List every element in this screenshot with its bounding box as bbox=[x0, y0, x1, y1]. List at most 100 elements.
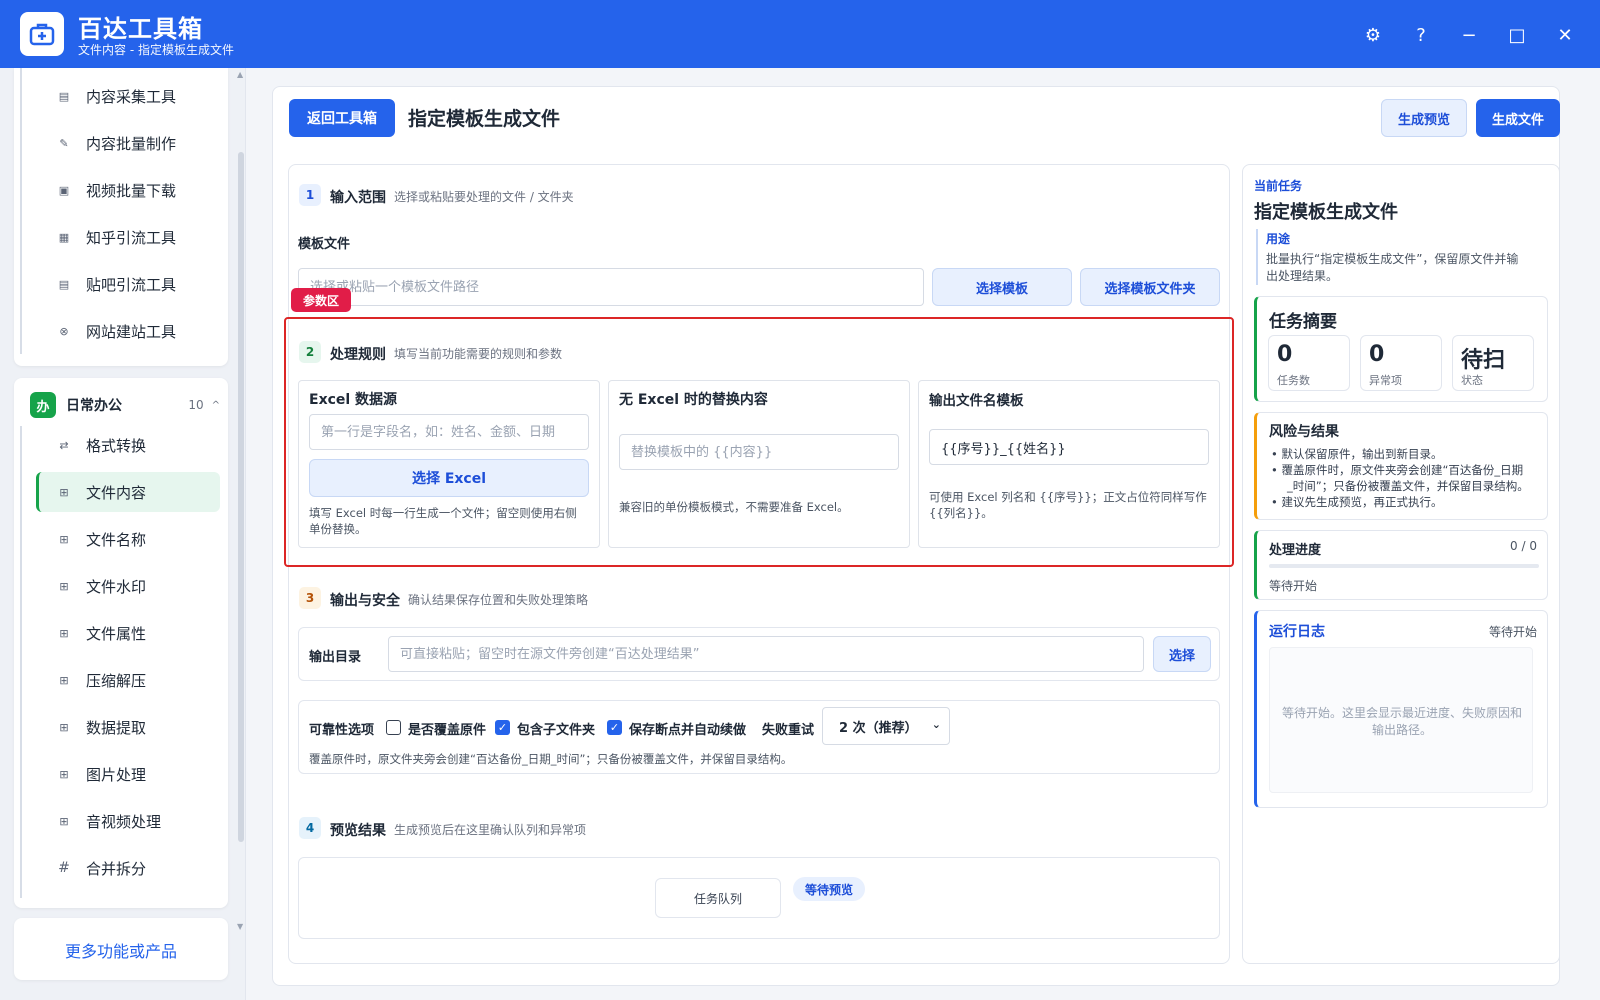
sidebar-item-label: 合并拆分 bbox=[86, 859, 147, 878]
section4-desc: 生成预览后在这里确认队列和异常项 bbox=[394, 823, 587, 837]
grid-icon: ⊞ bbox=[59, 814, 69, 828]
back-button[interactable]: 返回工具箱 bbox=[289, 99, 395, 137]
sidebar-item-merge-split[interactable]: # 合并拆分 bbox=[36, 848, 220, 888]
progress-bar bbox=[1269, 564, 1539, 568]
sidebar-item-batch-make[interactable]: ✎ 内容批量制作 bbox=[36, 123, 220, 163]
minimize-icon[interactable]: − bbox=[1454, 20, 1484, 50]
stat-value: 0 bbox=[1277, 342, 1293, 367]
sidebar-item-label: 格式转换 bbox=[86, 436, 147, 455]
title-bar: 百达工具箱 文件内容 - 指定模板生成文件 ⚙ ? − □ ✕ bbox=[0, 0, 1600, 68]
task-queue-tab[interactable]: 任务队列 bbox=[655, 878, 781, 918]
site-icon: ⊗ bbox=[59, 324, 69, 338]
output-dir-input[interactable] bbox=[388, 636, 1144, 672]
more-products-button[interactable]: 更多功能或产品 bbox=[14, 930, 228, 970]
template-path-input[interactable] bbox=[298, 268, 924, 306]
grid-icon: ⊞ bbox=[59, 532, 69, 546]
chevron-up-icon[interactable]: ^ bbox=[212, 400, 220, 411]
stat-label: 任务数 bbox=[1277, 374, 1310, 387]
close-icon[interactable]: ✕ bbox=[1550, 20, 1580, 50]
reliability-row: 可靠性选项 是否覆盖原件 ✓ 包含子文件夹 ✓ 保存断点并自动续做 失败重试 2… bbox=[298, 700, 1220, 774]
sidebar-item-label: 网站建站工具 bbox=[86, 322, 177, 341]
usage-accent bbox=[1256, 229, 1258, 285]
stat-error-count: 0 异常项 bbox=[1360, 335, 1442, 391]
grid-icon: ⊞ bbox=[59, 767, 69, 781]
sidebar-item-compress[interactable]: ⊞ 压缩解压 bbox=[36, 660, 220, 700]
resume-checkbox[interactable]: ✓ bbox=[607, 720, 622, 735]
risk-item-text: 默认保留原件，输出到新目录。 bbox=[1281, 447, 1443, 461]
param-area-tag: 参数区 bbox=[291, 288, 351, 312]
risk-title: 风险与结果 bbox=[1269, 424, 1339, 440]
stat-task-count: 0 任务数 bbox=[1268, 335, 1350, 391]
progress-card: 处理进度 0 / 0 等待开始 bbox=[1254, 530, 1548, 600]
sidebar-item-file-content[interactable]: ⊞ 文件内容 bbox=[36, 472, 220, 512]
generate-button[interactable]: 生成文件 bbox=[1476, 99, 1560, 137]
no-excel-card: 无 Excel 时的替换内容 兼容旧的单份模板模式，不需要准备 Excel。 bbox=[608, 380, 910, 548]
scroll-up-icon[interactable]: ▲ bbox=[237, 70, 243, 79]
section1-desc: 选择或粘贴要处理的文件 / 文件夹 bbox=[394, 190, 574, 204]
excel-source-input[interactable] bbox=[309, 414, 589, 450]
section2-number: 2 bbox=[299, 341, 321, 363]
settings-icon[interactable]: ⚙ bbox=[1358, 20, 1388, 50]
progress-status: 等待开始 bbox=[1269, 579, 1318, 593]
maximize-icon[interactable]: □ bbox=[1502, 20, 1532, 50]
hash-icon: # bbox=[58, 860, 70, 876]
filename-template-input[interactable] bbox=[929, 429, 1209, 465]
sidebar-group-header[interactable]: 办 日常办公 10 ^ bbox=[30, 390, 220, 420]
no-excel-title: 无 Excel 时的替换内容 bbox=[619, 392, 768, 408]
excel-hint-line1: 填写 Excel 时每一行生成一个文件；留空则使用右侧 bbox=[309, 506, 577, 520]
log-status: 等待开始 bbox=[1488, 625, 1537, 639]
sidebar-item-tieba[interactable]: ▤ 贴吧引流工具 bbox=[36, 264, 220, 304]
grid-icon: ⊞ bbox=[59, 673, 69, 687]
help-icon[interactable]: ? bbox=[1406, 20, 1436, 50]
scroll-down-icon[interactable]: ▼ bbox=[237, 922, 243, 931]
retry-select-value: 2 次（推荐） bbox=[839, 720, 918, 736]
risk-item-continuation: _时间”；只备份被覆盖文件，并保留目录结构。 bbox=[1287, 479, 1529, 493]
filename-hint-line2: {{列名}}。 bbox=[929, 506, 993, 520]
grid-icon: ⊞ bbox=[59, 626, 69, 640]
filename-template-title: 输出文件名模板 bbox=[929, 393, 1024, 409]
group-label: 日常办公 bbox=[66, 398, 122, 414]
select-template-button[interactable]: 选择模板 bbox=[932, 268, 1072, 306]
sidebar-item-watermark[interactable]: ⊞ 文件水印 bbox=[36, 566, 220, 606]
sidebar-item-file-name[interactable]: ⊞ 文件名称 bbox=[36, 519, 220, 559]
overwrite-checkbox[interactable] bbox=[386, 720, 401, 735]
grid-icon: ⊞ bbox=[59, 485, 69, 499]
log-output[interactable]: 等待开始。这里会显示最近进度、失败原因和 输出路径。 bbox=[1269, 647, 1533, 793]
reliability-label: 可靠性选项 bbox=[309, 723, 375, 738]
sidebar-item-format-convert[interactable]: ⇄ 格式转换 bbox=[36, 425, 220, 465]
sidebar-item-site-builder[interactable]: ⊗ 网站建站工具 bbox=[36, 311, 220, 351]
sidebar-item-content-collect[interactable]: ▤ 内容采集工具 bbox=[36, 76, 220, 116]
resume-label: 保存断点并自动续做 bbox=[629, 723, 747, 738]
pen-icon: ✎ bbox=[59, 136, 69, 150]
stat-label: 异常项 bbox=[1369, 374, 1402, 387]
office-group-icon: 办 bbox=[30, 392, 56, 418]
select-excel-button[interactable]: 选择 Excel bbox=[309, 459, 589, 497]
include-subfolders-checkbox[interactable]: ✓ bbox=[495, 720, 510, 735]
sidebar-item-label: 文件名称 bbox=[86, 530, 147, 549]
excel-source-card: Excel 数据源 选择 Excel 填写 Excel 时每一行生成一个文件；留… bbox=[298, 380, 600, 548]
select-output-button[interactable]: 选择 bbox=[1153, 636, 1211, 672]
sidebar-scrollbar[interactable] bbox=[238, 152, 244, 842]
stat-value: 待扫 bbox=[1461, 348, 1506, 373]
sidebar-item-video-download[interactable]: ▣ 视频批量下载 bbox=[36, 170, 220, 210]
overwrite-label: 是否覆盖原件 bbox=[408, 723, 487, 738]
section3-desc: 确认结果保存位置和失败处理策略 bbox=[408, 593, 589, 607]
select-template-folder-button[interactable]: 选择模板文件夹 bbox=[1080, 268, 1220, 306]
sidebar-item-label: 视频批量下载 bbox=[86, 181, 177, 200]
summary-title: 任务摘要 bbox=[1269, 312, 1337, 332]
sidebar-item-data-extract[interactable]: ⊞ 数据提取 bbox=[36, 707, 220, 747]
retry-select[interactable]: 2 次（推荐） ⌄ bbox=[822, 707, 950, 745]
usage-line1: 批量执行“指定模板生成文件”，保留原文件并输 bbox=[1266, 252, 1519, 266]
sidebar-item-media[interactable]: ⊞ 音视频处理 bbox=[36, 801, 220, 841]
excel-source-title: Excel 数据源 bbox=[309, 392, 398, 408]
section2-title: 处理规则 bbox=[330, 347, 386, 363]
preview-button[interactable]: 生成预览 bbox=[1381, 99, 1467, 137]
replace-content-input[interactable] bbox=[619, 434, 899, 470]
sidebar-item-image[interactable]: ⊞ 图片处理 bbox=[36, 754, 220, 794]
grid-icon: ⊞ bbox=[59, 720, 69, 734]
sidebar-item-zhihu[interactable]: ▦ 知乎引流工具 bbox=[36, 217, 220, 257]
risk-card: 风险与结果 • 默认保留原件，输出到新目录。 • 覆盖原件时，原文件夹旁会创建“… bbox=[1254, 412, 1548, 520]
stat-label: 状态 bbox=[1461, 374, 1483, 387]
sidebar-item-file-props[interactable]: ⊞ 文件属性 bbox=[36, 613, 220, 653]
risk-item: • 覆盖原件时，原文件夹旁会创建“百达备份_日期 bbox=[1271, 463, 1524, 477]
